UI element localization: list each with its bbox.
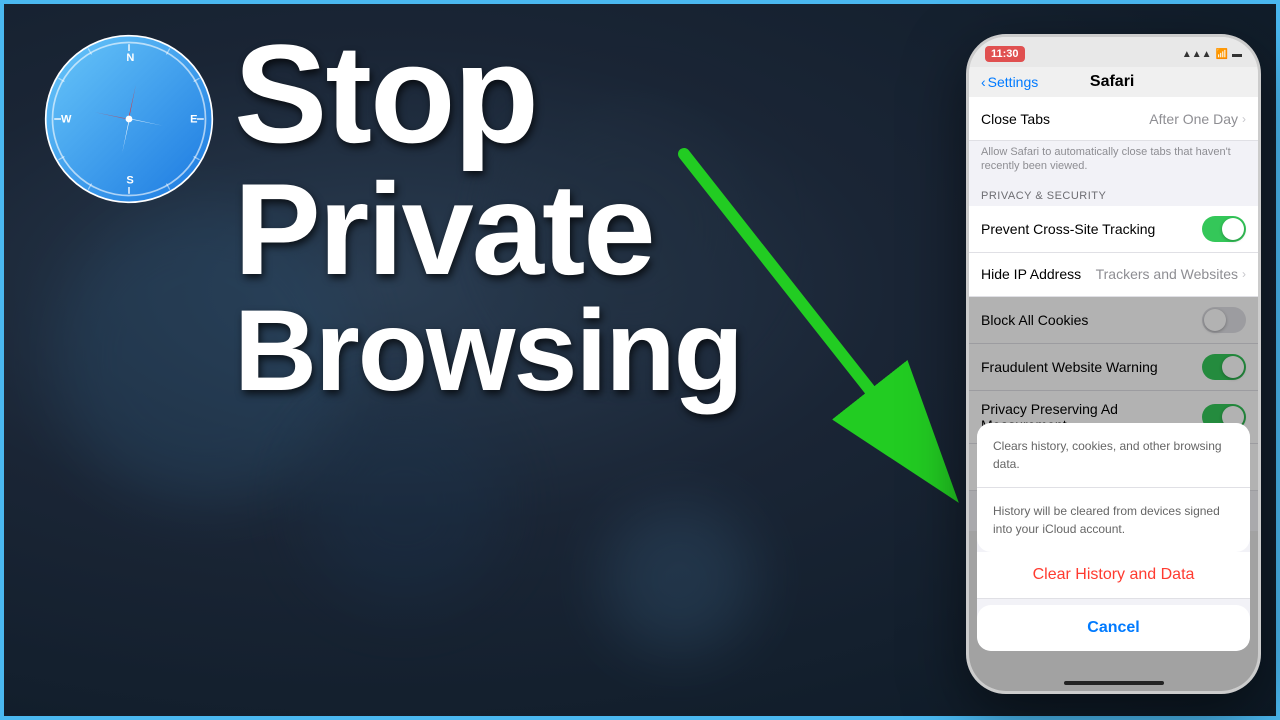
hide-ip-row[interactable]: Hide IP Address Trackers and Websites › <box>969 253 1258 297</box>
chevron-right-icon2: › <box>1242 267 1246 281</box>
close-tabs-value: After One Day › <box>1149 111 1246 127</box>
chevron-right-icon: › <box>1242 112 1246 126</box>
back-button[interactable]: ‹ Settings <box>981 74 1038 90</box>
svg-text:S: S <box>126 175 133 187</box>
status-icons: ▲▲▲ 📶 ▬ <box>1182 49 1242 60</box>
bokeh-4 <box>604 504 754 654</box>
status-bar: 11:30 ▲▲▲ 📶 ▬ <box>969 37 1258 67</box>
clear-history-button[interactable]: Clear History and Data <box>977 552 1250 599</box>
iphone-frame: 11:30 ▲▲▲ 📶 ▬ ‹ Settings Safari Close Ta… <box>966 34 1261 694</box>
chevron-left-icon: ‹ <box>981 74 986 90</box>
cancel-button[interactable]: Cancel <box>977 605 1250 651</box>
svg-text:E: E <box>190 113 197 125</box>
hide-ip-label: Hide IP Address <box>981 266 1096 282</box>
modal-body: Clears history, cookies, and other brows… <box>977 423 1250 552</box>
green-arrow <box>654 124 1004 524</box>
modal-sheet: Clears history, cookies, and other brows… <box>977 423 1250 651</box>
settings-content: Close Tabs After One Day › Allow Safari … <box>969 97 1258 691</box>
prevent-tracking-row[interactable]: Prevent Cross-Site Tracking <box>969 206 1258 253</box>
safari-logo: N S E W <box>44 34 214 204</box>
modal-text1: Clears history, cookies, and other brows… <box>977 423 1250 488</box>
close-tabs-label: Close Tabs <box>981 111 1149 127</box>
battery-icon: ▬ <box>1232 49 1242 60</box>
prevent-tracking-label: Prevent Cross-Site Tracking <box>981 221 1202 237</box>
back-label: Settings <box>988 74 1039 90</box>
nav-title: Safari <box>1090 73 1134 91</box>
privacy-section-header: Privacy & Security <box>969 182 1258 206</box>
prevent-tracking-toggle[interactable] <box>1202 216 1246 242</box>
hide-ip-value: Trackers and Websites › <box>1096 266 1246 282</box>
close-tabs-subtext: Allow Safari to automatically close tabs… <box>969 141 1258 182</box>
nav-bar: ‹ Settings Safari <box>969 67 1258 98</box>
svg-text:N: N <box>126 52 134 64</box>
svg-text:W: W <box>61 113 72 125</box>
close-tabs-row[interactable]: Close Tabs After One Day › <box>969 97 1258 141</box>
status-time: 11:30 <box>985 46 1025 62</box>
modal-text2: History will be cleared from devices sig… <box>977 488 1250 552</box>
bokeh-2 <box>304 404 504 604</box>
modal-overlay: Clears history, cookies, and other brows… <box>969 297 1258 691</box>
signal-icon: ▲▲▲ <box>1182 49 1212 60</box>
wifi-icon: 📶 <box>1216 49 1228 60</box>
